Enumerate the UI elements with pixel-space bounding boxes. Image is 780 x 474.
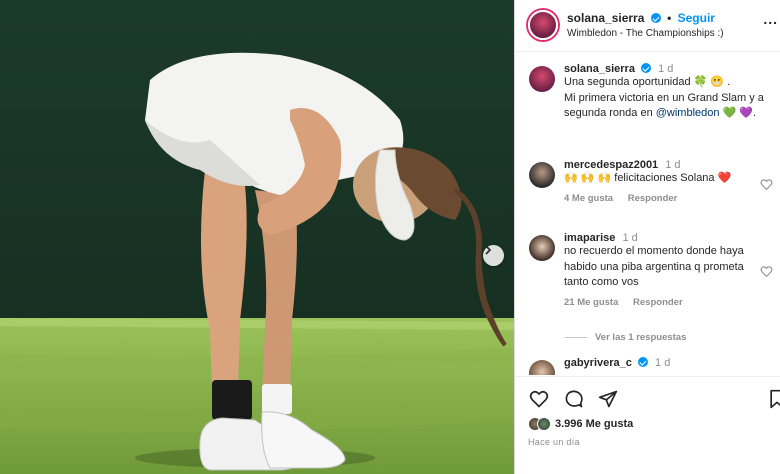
next-photo-button[interactable] (483, 245, 504, 266)
heart-icon[interactable] (529, 389, 549, 409)
comment-icon[interactable] (564, 389, 584, 409)
caption-line-1: Una segunda oportunidad 🍀 😬 . (564, 76, 731, 88)
verified-badge-icon (650, 13, 661, 23)
comment-text: 🙌 🙌 🙌 felicitaciones Solana ❤️ (564, 172, 732, 184)
comment-time: 1 d (655, 357, 671, 369)
comment-time: 1 d (622, 232, 638, 244)
likes-summary[interactable]: 3.996 Me gusta (528, 417, 633, 431)
post-photo[interactable] (0, 0, 514, 474)
post-header: solana_sierra • Seguir Wimbledon - The C… (515, 0, 780, 52)
post-side-panel: solana_sierra • Seguir Wimbledon - The C… (514, 0, 780, 474)
like-comment-heart-icon[interactable] (760, 178, 773, 191)
mention-link[interactable]: @wimbledon (656, 107, 720, 119)
post-time-ago[interactable]: Hace un día (528, 437, 580, 447)
author-avatar[interactable] (528, 10, 558, 40)
caption-line-2-end: 💚 💜. (719, 107, 757, 119)
caption-username[interactable]: solana_sierra (564, 63, 635, 75)
reply-button[interactable]: Responder (628, 193, 678, 204)
liker-avatar (537, 417, 551, 431)
tennis-player-photo (0, 0, 514, 474)
verified-badge-icon (641, 63, 651, 73)
caption-time: 1 d (658, 63, 674, 75)
author-username[interactable]: solana_sierra (567, 11, 644, 25)
comment-text: no recuerdo el momento donde haya habido… (564, 245, 744, 288)
caption-text: Una segunda oportunidad 🍀 😬 . Mi primera… (564, 75, 764, 122)
post-location[interactable]: Wimbledon - The Championships :) (567, 28, 724, 39)
chevron-right-icon (485, 245, 492, 255)
comment-likes[interactable]: 21 Me gusta (564, 297, 618, 308)
comments-list[interactable]: solana_sierra 1 d Una segunda oportunida… (515, 53, 780, 375)
comment-username[interactable]: mercedespaz2001 (564, 159, 658, 171)
verified-badge-icon (637, 357, 648, 367)
post-actions: 3.996 Me gusta Hace un día (515, 376, 780, 474)
share-icon[interactable] (598, 389, 618, 409)
bookmark-icon[interactable] (767, 389, 780, 409)
follow-button[interactable]: Seguir (678, 11, 715, 25)
comment-username[interactable]: gabyrivera_c (564, 357, 632, 369)
commenter-avatar[interactable] (529, 360, 555, 375)
comment-username[interactable]: imaparise (564, 232, 615, 244)
separator-dot: • (667, 11, 672, 25)
like-comment-heart-icon[interactable] (760, 265, 773, 278)
reply-button[interactable]: Responder (633, 297, 683, 308)
more-options-icon[interactable]: ... (763, 11, 778, 27)
likes-count[interactable]: 3.996 Me gusta (555, 418, 633, 430)
commenter-avatar[interactable] (529, 162, 555, 188)
commenter-avatar[interactable] (529, 235, 555, 261)
view-replies-button[interactable]: Ver las 1 respuestas (565, 332, 686, 343)
caption-avatar[interactable] (529, 66, 555, 92)
comment-likes[interactable]: 4 Me gusta (564, 193, 613, 204)
comment-time: 1 d (665, 159, 681, 171)
